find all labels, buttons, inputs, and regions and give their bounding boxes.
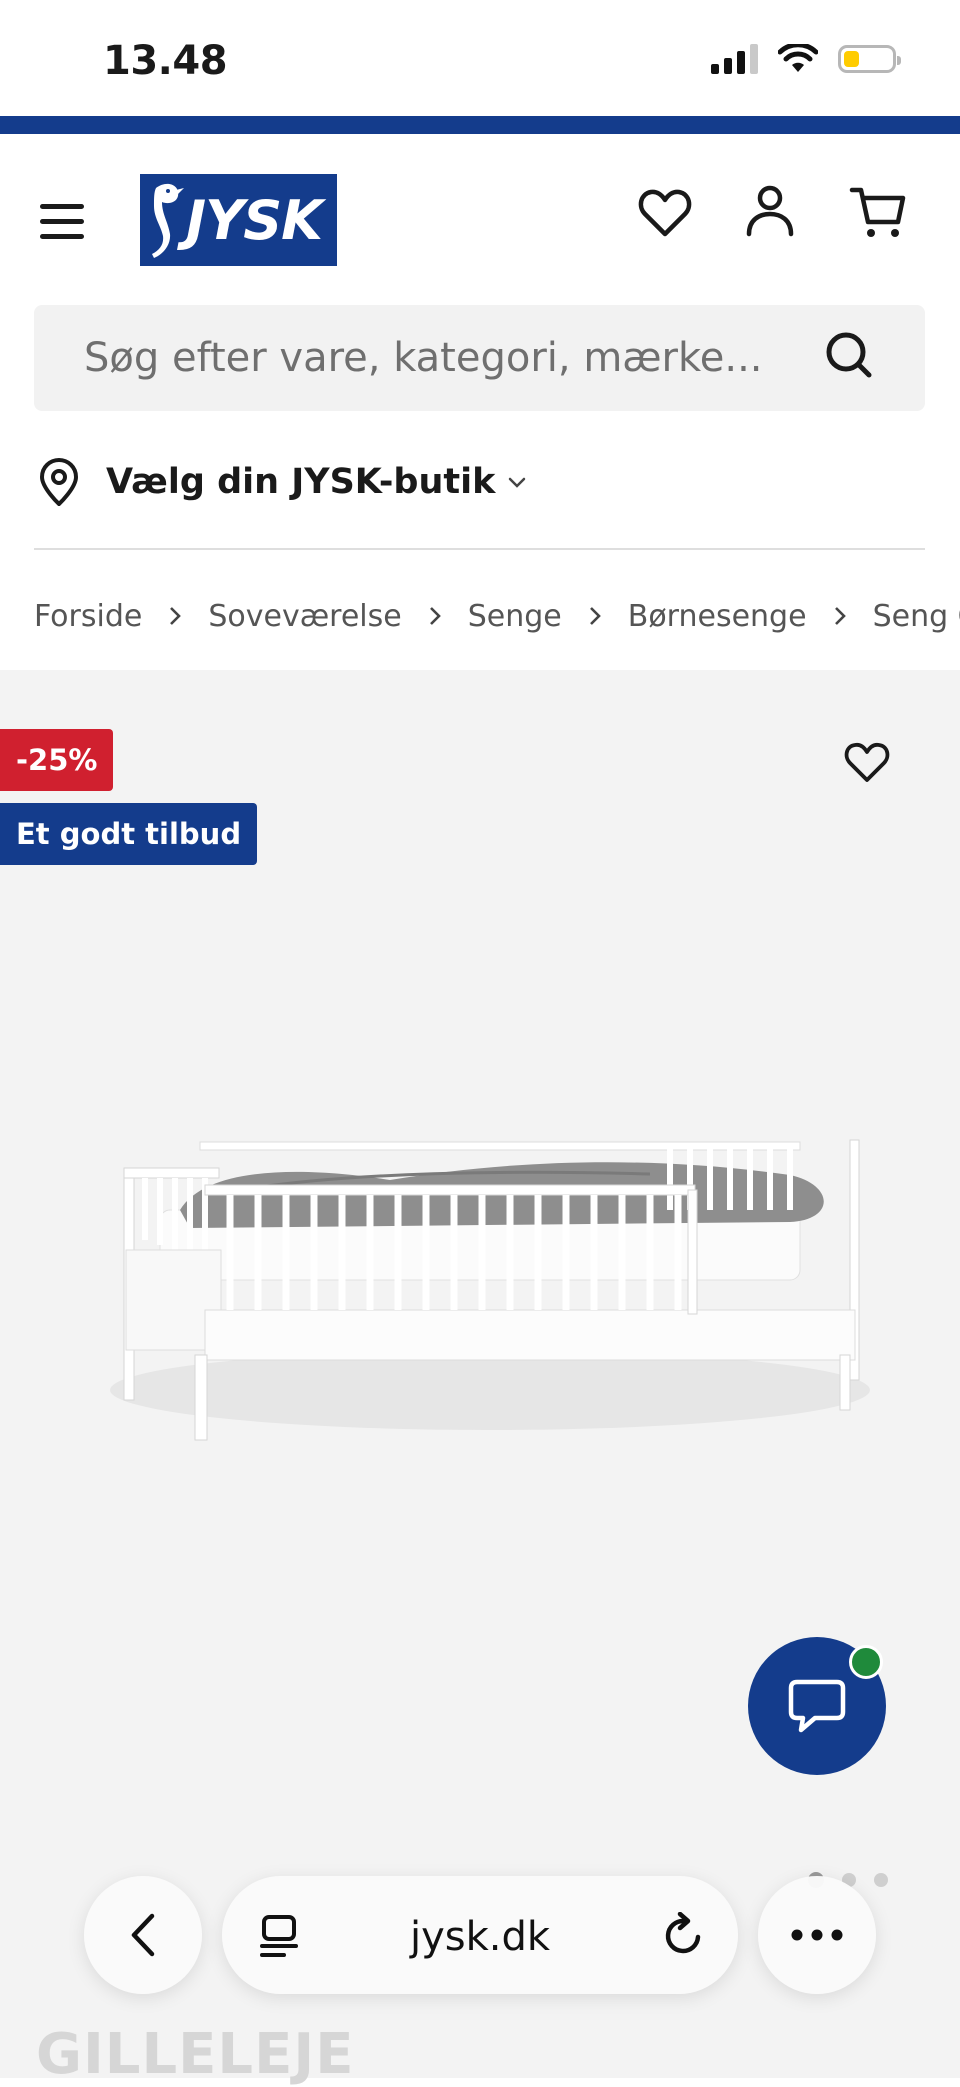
- location-pin-icon: [39, 458, 79, 506]
- wifi-icon: [778, 44, 818, 72]
- breadcrumb-item-bornesenge[interactable]: Børnesenge: [628, 599, 807, 634]
- chevron-right-icon: [429, 607, 441, 625]
- cellular-signal-icon: [711, 44, 758, 74]
- logo-text: JYSK: [186, 188, 323, 252]
- breadcrumb-item-current: Seng GILL: [872, 598, 960, 634]
- product-title: GILLELEJE: [36, 2022, 355, 2087]
- store-selector-label: Vælg din JYSK-butik: [106, 462, 496, 502]
- store-selector[interactable]: Vælg din JYSK-butik: [34, 452, 925, 512]
- chat-online-indicator: [849, 1645, 883, 1679]
- chevron-right-icon: [170, 607, 182, 625]
- site-header: JYSK: [0, 134, 960, 304]
- status-icons: [711, 44, 901, 74]
- product-image-bed: [110, 1139, 870, 1441]
- status-bar: 13.48: [0, 0, 960, 116]
- browser-address-bar[interactable]: jysk.dk: [222, 1876, 738, 1994]
- wishlist-heart-icon[interactable]: [635, 182, 695, 242]
- chevron-down-icon: [509, 477, 526, 488]
- search-placeholder: Søg efter vare, kategori, mærke...: [84, 335, 763, 381]
- battery-icon: [838, 45, 901, 73]
- chevron-right-icon: [834, 607, 846, 625]
- search-icon[interactable]: [821, 327, 877, 383]
- product-image-gallery[interactable]: -25% Et godt tilbud: [0, 670, 960, 2078]
- breadcrumb-item-sovevaerelse[interactable]: Soveværelse: [208, 599, 401, 634]
- chevron-left-icon: [131, 1913, 155, 1957]
- browser-more-button[interactable]: [758, 1876, 876, 1994]
- search-input[interactable]: Søg efter vare, kategori, mærke...: [34, 305, 925, 411]
- hamburger-menu-icon[interactable]: [40, 204, 86, 240]
- breadcrumb-item-senge[interactable]: Senge: [468, 599, 562, 634]
- breadcrumb-item-forside[interactable]: Forside: [34, 599, 142, 634]
- chat-bubble-icon: [788, 1679, 846, 1733]
- reload-icon[interactable]: [660, 1912, 706, 1958]
- discount-badge: -25%: [0, 729, 114, 791]
- divider: [34, 548, 925, 550]
- brand-stripe: [0, 116, 960, 134]
- more-dots-icon: [791, 1929, 843, 1941]
- account-user-icon[interactable]: [740, 182, 800, 242]
- offer-badge: Et godt tilbud: [0, 803, 258, 865]
- shopping-cart-icon[interactable]: [848, 182, 908, 242]
- jysk-logo[interactable]: JYSK: [140, 174, 337, 266]
- browser-toolbar: jysk.dk: [0, 1870, 960, 2000]
- chevron-right-icon: [589, 607, 601, 625]
- add-to-favorites-heart-icon[interactable]: [841, 736, 893, 788]
- browser-back-button[interactable]: [84, 1876, 202, 1994]
- breadcrumb: Forside Soveværelse Senge Børnesenge Sen…: [34, 594, 960, 638]
- status-time: 13.48: [103, 38, 228, 84]
- bird-logo-icon: [152, 183, 184, 258]
